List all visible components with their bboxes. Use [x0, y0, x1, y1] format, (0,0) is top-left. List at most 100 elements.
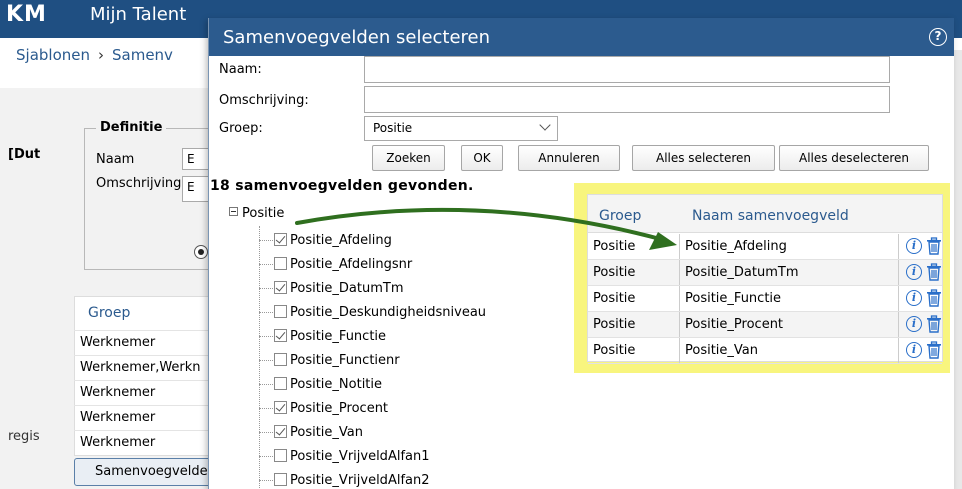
cell-groep: Positie — [593, 291, 636, 306]
deselect-all-button[interactable]: Alles deselecteren — [779, 145, 929, 171]
trash-icon[interactable] — [926, 315, 942, 333]
column-header-groep[interactable]: Groep — [599, 208, 641, 224]
chevron-down-icon — [539, 119, 551, 131]
tree-item[interactable]: Positie_Functie — [259, 327, 386, 347]
tree-item[interactable]: Positie_Deskundigheidsniveau — [259, 303, 486, 323]
language-label: [Dut — [8, 147, 41, 162]
table-row[interactable]: Werknemer — [80, 335, 155, 350]
trash-icon[interactable] — [926, 263, 942, 281]
cancel-button[interactable]: Annuleren — [518, 145, 620, 171]
tree-item[interactable]: Positie_Procent — [259, 399, 388, 419]
tree-root-positie[interactable]: Positie — [229, 206, 284, 221]
trash-icon[interactable] — [926, 237, 942, 255]
search-button[interactable]: Zoeken — [372, 145, 445, 171]
info-icon[interactable]: i — [906, 238, 922, 254]
cell-groep: Positie — [593, 317, 636, 332]
groep-select[interactable]: Positie — [364, 116, 558, 141]
checkbox[interactable] — [274, 473, 287, 486]
definitie-legend: Definitie — [96, 120, 167, 135]
checkbox[interactable] — [274, 305, 287, 318]
dialog-titlebar[interactable]: Samenvoegvelden selecteren ? — [209, 18, 954, 56]
divider — [74, 430, 214, 431]
trash-icon[interactable] — [926, 289, 942, 307]
tree-item[interactable]: Positie_Van — [259, 423, 363, 443]
cell-naam: Positie_Procent — [685, 317, 784, 332]
divider — [74, 405, 214, 406]
groep-select-value: Positie — [373, 121, 413, 135]
omschrijving-label: Omschrijving: — [219, 93, 309, 108]
checkbox[interactable] — [274, 377, 287, 390]
breadcrumb-item-sjablonen[interactable]: Sjablonen — [16, 46, 90, 64]
samenvoegvelden-button[interactable]: Samenvoegvelden — [74, 458, 216, 486]
table-row[interactable]: Werknemer,Werkn — [80, 360, 201, 375]
cell-naam: Positie_Van — [685, 343, 759, 358]
checkbox[interactable] — [274, 257, 287, 270]
tree-item[interactable]: Positie_DatumTm — [259, 279, 404, 299]
breadcrumb: Sjablonen › Samenv — [16, 46, 173, 64]
tree-item[interactable]: Positie_Notitie — [259, 375, 382, 395]
checkbox[interactable] — [274, 353, 287, 366]
naam-input[interactable] — [364, 56, 890, 83]
checkbox[interactable] — [274, 425, 287, 438]
checkbox[interactable] — [274, 329, 287, 342]
select-all-button[interactable]: Alles selecteren — [632, 145, 775, 171]
column-header-naam[interactable]: Naam samenvoegveld — [692, 208, 849, 224]
table-row[interactable]: Positie Positie_Van i — [588, 338, 942, 364]
dialog-title: Samenvoegvelden selecteren — [223, 27, 491, 48]
tree-item[interactable]: Positie_VrijveldAlfan2 — [259, 471, 430, 489]
tree-item-label: Positie_Functienr — [290, 353, 400, 368]
cell-naam: Positie_Afdeling — [685, 239, 787, 254]
table-row[interactable]: Positie Positie_Functie i — [588, 286, 942, 312]
tree-item[interactable]: Positie_Afdeling — [259, 231, 392, 251]
groep-header[interactable]: Groep — [88, 305, 130, 321]
checkbox[interactable] — [274, 401, 287, 414]
divider — [74, 330, 214, 331]
tree-item[interactable]: Positie_VrijveldAlfan1 — [259, 447, 430, 467]
cell-groep: Positie — [593, 265, 636, 280]
app-title[interactable]: Mijn Talent — [90, 0, 186, 38]
groep-label: Groep: — [219, 121, 263, 136]
naam-label: Naam: — [219, 62, 262, 77]
checkbox[interactable] — [274, 449, 287, 462]
tree-item-label: Positie_VrijveldAlfan1 — [290, 449, 430, 464]
divider — [74, 355, 214, 356]
checkbox[interactable] — [274, 281, 287, 294]
breadcrumb-separator: › — [98, 46, 104, 64]
omschrijving-label: Omschrijving — [96, 176, 182, 191]
table-header: Groep Naam samenvoegveld — [588, 195, 942, 233]
checkbox[interactable] — [274, 233, 287, 246]
table-row[interactable]: Werknemer — [80, 410, 155, 425]
table-row[interactable]: Werknemer — [80, 385, 155, 400]
collapse-icon[interactable] — [229, 207, 238, 216]
info-icon[interactable]: i — [906, 264, 922, 280]
tree-item[interactable]: Positie_Functienr — [259, 351, 400, 371]
table-row[interactable]: Werknemer — [80, 435, 155, 450]
cell-naam: Positie_DatumTm — [685, 265, 799, 280]
trash-icon[interactable] — [926, 341, 942, 359]
cell-groep: Positie — [593, 343, 636, 358]
naam-label: Naam — [96, 152, 135, 167]
tree-item-label: Positie_Notitie — [290, 377, 383, 392]
cell-groep: Positie — [593, 239, 636, 254]
radio-button[interactable] — [194, 245, 208, 259]
info-icon[interactable]: i — [906, 342, 922, 358]
tree-item-label: Positie_DatumTm — [290, 281, 404, 296]
ok-button[interactable]: OK — [461, 145, 503, 171]
tree-item-label: Positie_Van — [290, 425, 364, 440]
tree-root-label: Positie — [242, 206, 285, 221]
result-count: 18 samenvoegvelden gevonden. — [210, 178, 474, 194]
info-icon[interactable]: i — [906, 316, 922, 332]
tree-item-label: Positie_Functie — [290, 329, 387, 344]
info-icon[interactable]: i — [906, 290, 922, 306]
table-row[interactable]: Positie Positie_Afdeling i — [588, 234, 942, 260]
omschrijving-input[interactable] — [364, 86, 890, 113]
regis-label: regis — [8, 429, 40, 444]
breadcrumb-item-samenvoegvelden[interactable]: Samenv — [112, 46, 173, 64]
table-row[interactable]: Positie Positie_DatumTm i — [588, 260, 942, 286]
help-icon[interactable]: ? — [929, 28, 947, 46]
tree-item-label: Positie_Deskundigheidsniveau — [290, 305, 487, 320]
table-row[interactable]: Positie Positie_Procent i — [588, 312, 942, 338]
tree-item-label: Positie_Afdeling — [290, 233, 392, 248]
tree-item[interactable]: Positie_Afdelingsnr — [259, 255, 412, 275]
divider — [74, 380, 214, 381]
